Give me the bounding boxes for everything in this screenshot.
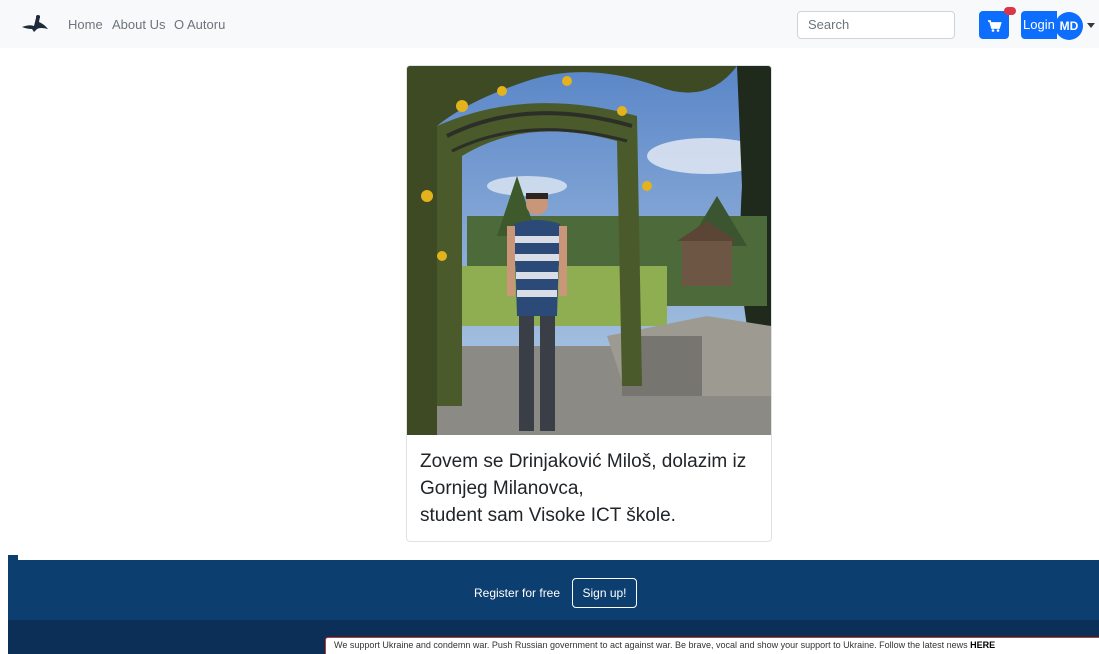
banner-link[interactable]: HERE: [970, 640, 995, 650]
ukraine-support-banner: We support Ukraine and condemn war. Push…: [325, 637, 1099, 654]
author-bio-line: student sam Visoke ICT škole.: [420, 505, 676, 526]
cart-badge: [1004, 7, 1016, 15]
navbar: Home About Us O Autoru Search Login MD: [0, 0, 1099, 48]
cart-button[interactable]: [979, 11, 1009, 39]
register-text: Register for free: [474, 586, 561, 600]
nav-link-o-autoru[interactable]: O Autoru: [174, 17, 225, 32]
user-avatar[interactable]: MD: [1055, 12, 1083, 40]
logo-bird-icon[interactable]: [20, 12, 50, 34]
search-input[interactable]: Search: [797, 11, 955, 39]
author-bio-line: Gornjeg Milanovca,: [420, 478, 584, 499]
sign-up-button[interactable]: Sign up!: [572, 578, 637, 608]
author-card: Zovem se Drinjaković Miloš, dolazim iz G…: [406, 65, 772, 542]
author-photo: [407, 66, 771, 435]
cart-icon: [988, 20, 1002, 32]
login-button[interactable]: Login: [1021, 11, 1057, 39]
chevron-down-icon[interactable]: [1087, 23, 1095, 28]
author-bio-line: Zovem se Drinjaković Miloš, dolazim iz: [420, 451, 747, 472]
banner-text: We support Ukraine and condemn war. Push…: [334, 640, 971, 650]
nav-link-home[interactable]: Home: [68, 17, 103, 32]
search-placeholder: Search: [808, 17, 850, 32]
nav-link-about-us[interactable]: About Us: [112, 17, 165, 32]
author-bio: Zovem se Drinjaković Miloš, dolazim iz G…: [420, 448, 765, 529]
